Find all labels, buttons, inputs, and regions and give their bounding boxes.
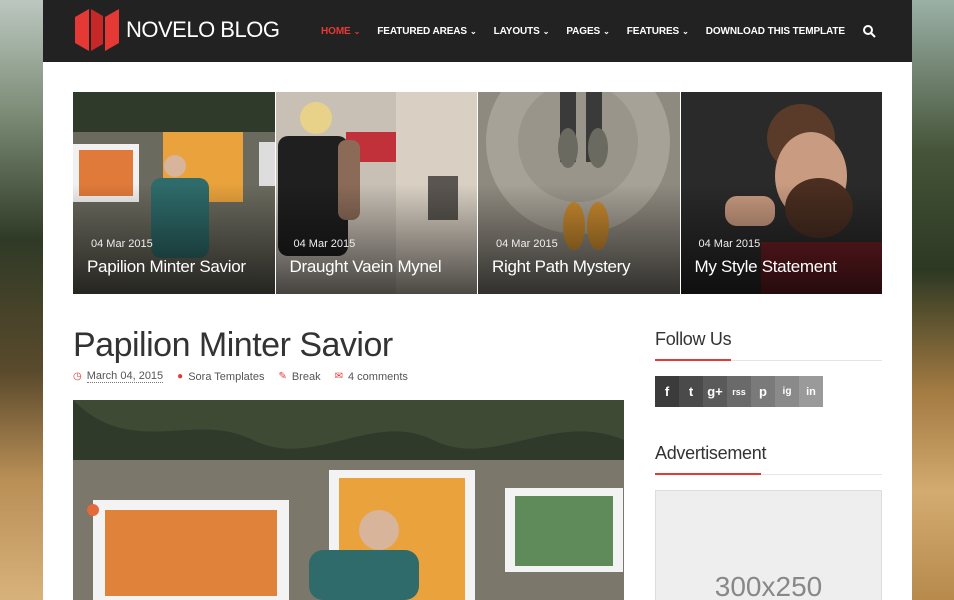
post-date[interactable]: ◷ March 04, 2015 (73, 370, 164, 383)
site-header: NOVELO BLOG HOME ⌄ FEATURED AREAS ⌄ LAYOUT… (43, 0, 912, 62)
chevron-down-icon: ⌄ (603, 26, 610, 36)
nav-item-layouts[interactable]: LAYOUTS ⌄ (494, 26, 550, 37)
nav-label: FEATURED AREAS (377, 25, 467, 37)
post-image-artist (73, 400, 624, 600)
title-accent (655, 359, 731, 361)
search-icon[interactable] (862, 24, 876, 38)
pinterest-icon[interactable]: p (751, 376, 775, 407)
card-date: 04 Mar 2015 (496, 238, 558, 250)
follow-us-title: Follow Us (655, 329, 732, 349)
site-container: NOVELO BLOG HOME ⌄ FEATURED AREAS ⌄ LAYOUT… (43, 0, 912, 600)
ad-placeholder[interactable]: 300x250 (655, 490, 882, 600)
nav-item-home[interactable]: HOME ⌄ (321, 26, 360, 37)
post-category[interactable]: ✎ Break (278, 371, 320, 383)
facebook-icon[interactable]: f (655, 376, 679, 407)
clock-icon: ◷ (73, 371, 82, 382)
post-comments-text: 4 comments (347, 370, 408, 383)
featured-card[interactable]: 04 Mar 2015 Right Path Mystery (478, 92, 680, 294)
nav-item-pages[interactable]: PAGES ⌄ (566, 26, 609, 37)
card-date: 04 Mar 2015 (698, 238, 761, 250)
chevron-down-icon: ⌄ (353, 26, 361, 36)
post-date-text: March 04, 2015 (86, 370, 164, 383)
site-name: NOVELO BLOG (126, 17, 280, 42)
twitter-icon[interactable]: t (679, 376, 703, 407)
chevron-down-icon: ⌄ (469, 26, 477, 36)
card-title[interactable]: Right Path Mystery (492, 257, 631, 277)
post-title[interactable]: Papilion Minter Savior (73, 326, 393, 365)
nav-label: PAGES (566, 25, 601, 37)
logo-mark-icon (75, 9, 119, 51)
nav-label: DOWNLOAD THIS TEMPLATE (705, 25, 845, 37)
card-title[interactable]: My Style Statement (695, 257, 837, 277)
edit-icon: ✎ (278, 371, 287, 382)
page-background-right (912, 0, 954, 600)
featured-posts: 04 Mar 2015 Papilion Minter Savior 04 Ma… (73, 92, 882, 294)
featured-card[interactable]: 04 Mar 2015 Draught Vaein Mynel (275, 92, 477, 294)
user-icon: ● (177, 371, 184, 382)
advertisement-title: Advertisement (655, 443, 767, 463)
page-background-left (0, 0, 43, 600)
linkedin-icon[interactable]: in (799, 376, 823, 407)
post-author-text: Sora Templates (188, 370, 265, 383)
post-meta: ◷ March 04, 2015 ● Sora Templates ✎ Brea… (73, 370, 422, 383)
instagram-icon[interactable]: ig (775, 376, 799, 407)
nav-label: LAYOUTS (493, 25, 540, 37)
rss-icon[interactable]: rss (727, 376, 751, 407)
post-comments[interactable]: ✉ 4 comments (335, 371, 408, 383)
chevron-down-icon: ⌄ (542, 26, 550, 36)
nav-item-featured-areas[interactable]: FEATURED AREAS ⌄ (377, 26, 476, 37)
comments-icon: ✉ (334, 371, 343, 382)
nav-label: HOME (321, 25, 351, 37)
card-date: 04 Mar 2015 (91, 238, 153, 250)
ad-size-label: 300x250 (714, 571, 823, 600)
title-accent (655, 473, 761, 475)
nav-label: FEATURES (626, 25, 680, 37)
card-date: 04 Mar 2015 (293, 238, 356, 250)
featured-card[interactable]: 04 Mar 2015 Papilion Minter Savior (73, 92, 275, 294)
featured-card[interactable]: 04 Mar 2015 My Style Statement (680, 92, 882, 294)
card-title[interactable]: Papilion Minter Savior (87, 257, 246, 277)
main-nav: HOME ⌄ FEATURED AREAS ⌄ LAYOUTS ⌄ PAGES ⌄ FE… (321, 0, 912, 62)
post-featured-image[interactable] (73, 400, 624, 600)
nav-item-features[interactable]: FEATURES ⌄ (627, 26, 689, 37)
post-author[interactable]: ● Sora Templates (177, 371, 264, 383)
chevron-down-icon: ⌄ (682, 26, 689, 36)
logo[interactable]: NOVELO BLOG (75, 9, 280, 51)
social-icons: f t g+ rss p ig in (655, 376, 823, 407)
nav-item-download-template[interactable]: DOWNLOAD THIS TEMPLATE (706, 26, 845, 37)
google-plus-icon[interactable]: g+ (703, 376, 727, 407)
card-title[interactable]: Draught Vaein Mynel (290, 257, 442, 277)
post-category-text: Break (291, 370, 321, 383)
